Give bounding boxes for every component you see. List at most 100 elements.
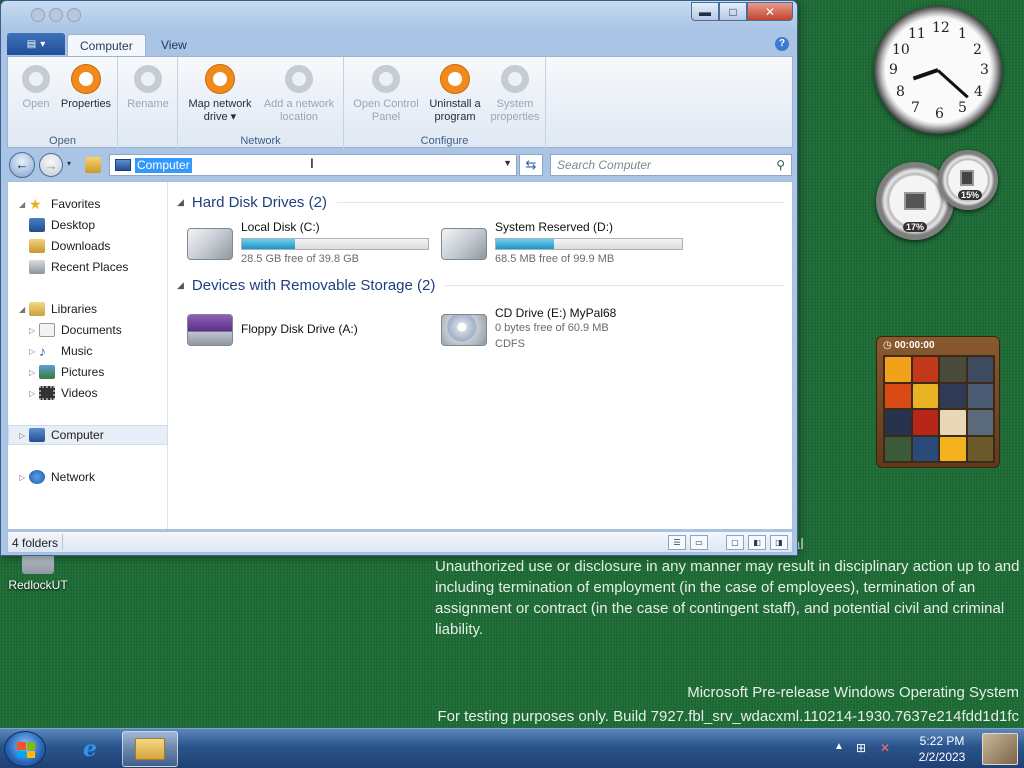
- tiles-view-button[interactable]: ▭: [690, 535, 708, 550]
- collapse-icon[interactable]: ◢: [177, 197, 184, 208]
- internet-explorer-taskbar-button[interactable]: e: [62, 731, 118, 767]
- rename-icon: [134, 65, 162, 93]
- qat-customize-icon[interactable]: [67, 8, 81, 22]
- nav-item-libraries[interactable]: ◢ Libraries: [8, 299, 168, 319]
- drive-cd-e[interactable]: CD Drive (E:) MyPal68 0 bytes free of 60…: [441, 306, 691, 366]
- system-properties-icon: [501, 65, 529, 93]
- taskbar-clock[interactable]: 5:22 PM 2/2/2023: [912, 733, 972, 765]
- minimize-button[interactable]: ▬: [691, 2, 719, 21]
- nav-item-documents[interactable]: ▷ Documents: [8, 320, 168, 340]
- clock-hour-hand: [912, 68, 939, 81]
- open-icon: [22, 65, 50, 93]
- desktop-icon-label: RedlockUT: [8, 578, 68, 592]
- nav-item-music[interactable]: ▷ ♪ Music: [8, 341, 168, 361]
- legal-notice: Unauthorized use or disclosure in any ma…: [435, 558, 1020, 638]
- picture-puzzle-gadget[interactable]: ◷ 00:00:00: [876, 336, 1000, 468]
- videos-icon: [39, 386, 55, 400]
- open-control-panel-button[interactable]: Open Control Panel: [348, 65, 424, 124]
- expand-icon[interactable]: ▷: [29, 347, 39, 356]
- qat-new-folder-icon[interactable]: [49, 8, 63, 22]
- tab-computer[interactable]: Computer: [67, 34, 146, 57]
- section-hard-disk-drives[interactable]: ◢ Hard Disk Drives (2): [177, 194, 785, 211]
- add-network-location-button[interactable]: Add a network location: [258, 65, 340, 124]
- ribbon-panel: Open Properties Open Rename Map network …: [7, 56, 793, 149]
- drive-floppy-a[interactable]: Floppy Disk Drive (A:): [187, 306, 437, 354]
- properties-button[interactable]: Properties: [58, 65, 114, 111]
- control-panel-icon: [372, 65, 400, 93]
- nav-item-downloads[interactable]: Downloads: [8, 236, 168, 256]
- details-pane-button[interactable]: ◨: [770, 535, 788, 550]
- properties-icon: [72, 65, 100, 93]
- computer-icon: [29, 428, 45, 442]
- memory-meter-gadget[interactable]: 15%: [938, 150, 998, 210]
- file-menu-icon: ▤: [26, 38, 37, 50]
- group-label-network: Network: [240, 135, 281, 147]
- chevron-down-icon: ▾: [40, 38, 46, 50]
- drive-system-reserved-d[interactable]: System Reserved (D:) 68.5 MB free of 99.…: [441, 220, 691, 268]
- recent-pages-chevron-icon[interactable]: ▾: [67, 159, 71, 168]
- address-path[interactable]: Computer: [135, 158, 192, 173]
- expand-icon[interactable]: ▷: [19, 473, 29, 482]
- uninstall-program-button[interactable]: Uninstall a program: [424, 65, 486, 124]
- network-tray-icon[interactable]: ⊞: [856, 741, 872, 755]
- map-network-drive-button[interactable]: Map network drive ▾: [182, 65, 258, 124]
- system-properties-button[interactable]: System properties: [486, 65, 544, 124]
- rename-button[interactable]: Rename: [124, 65, 172, 111]
- expand-icon[interactable]: ▷: [19, 431, 29, 440]
- show-hidden-icons-icon[interactable]: ▲: [834, 741, 844, 752]
- help-icon[interactable]: ?: [775, 37, 789, 51]
- nav-item-desktop[interactable]: Desktop: [8, 215, 168, 235]
- expand-icon[interactable]: ▷: [29, 389, 39, 398]
- drive-usage-bar: [495, 238, 683, 250]
- show-desktop-button[interactable]: [982, 733, 1018, 765]
- uninstall-icon: [441, 65, 469, 93]
- file-menu-button[interactable]: ▤ ▾: [7, 33, 65, 55]
- layout-pane-button[interactable]: ▢: [726, 535, 744, 550]
- section-removable-storage[interactable]: ◢ Devices with Removable Storage (2): [177, 277, 785, 294]
- collapse-icon[interactable]: ◢: [19, 200, 29, 209]
- search-input[interactable]: [557, 158, 757, 172]
- clock-gadget[interactable]: 12 1 2 3 4 5 6 7 8 9 10 11: [874, 6, 1002, 134]
- ribbon-group-rename: Rename: [118, 57, 178, 149]
- expand-icon[interactable]: ▷: [29, 368, 39, 377]
- preview-pane-button[interactable]: ◧: [748, 535, 766, 550]
- expand-icon[interactable]: ▷: [29, 326, 39, 335]
- maximize-button[interactable]: □: [719, 2, 747, 21]
- star-icon: ★: [29, 196, 42, 212]
- ribbon-group-configure: Open Control Panel Uninstall a program S…: [344, 57, 546, 149]
- open-button[interactable]: Open: [16, 65, 56, 111]
- address-dropdown-icon[interactable]: ▼: [503, 158, 512, 168]
- title-bar[interactable]: ▬ □ ✕: [1, 1, 797, 31]
- nav-item-computer[interactable]: ▷ Computer: [8, 425, 168, 445]
- details-view-button[interactable]: ☰: [668, 535, 686, 550]
- drive-local-disk-c[interactable]: Local Disk (C:) 28.5 GB free of 39.8 GB: [187, 220, 437, 268]
- forward-button[interactable]: →: [39, 153, 63, 177]
- collapse-icon[interactable]: ◢: [19, 305, 29, 314]
- volume-muted-icon[interactable]: ✕: [880, 741, 896, 755]
- close-button[interactable]: ✕: [747, 2, 793, 21]
- refresh-button[interactable]: ⇆: [519, 154, 543, 176]
- drive-usage-fill: [242, 239, 295, 249]
- nav-item-favorites[interactable]: ◢ ★ Favorites: [8, 194, 168, 214]
- nav-item-network[interactable]: ▷ Network: [8, 467, 168, 487]
- tab-view[interactable]: View: [149, 34, 199, 57]
- start-button[interactable]: [4, 731, 46, 767]
- windows-explorer-taskbar-button[interactable]: [122, 731, 178, 767]
- qat-properties-icon[interactable]: [31, 8, 45, 22]
- nav-item-recent-places[interactable]: Recent Places: [8, 257, 168, 277]
- puzzle-timer: ◷ 00:00:00: [883, 340, 935, 351]
- explorer-window: ▬ □ ✕ ▤ ▾ Computer View ? Open Properties…: [0, 0, 798, 556]
- back-button[interactable]: ←: [9, 152, 35, 178]
- up-folder-icon[interactable]: [85, 157, 101, 173]
- cpu-percent: 17%: [903, 222, 928, 232]
- group-label-configure: Configure: [420, 135, 469, 147]
- navigation-pane: ◢ ★ Favorites Desktop Downloads Recent P…: [8, 182, 168, 529]
- group-label-open: Open: [49, 135, 76, 147]
- build-watermark-line2: For testing purposes only. Build 7927.fb…: [437, 708, 1020, 725]
- internet-explorer-icon: e: [83, 736, 97, 762]
- nav-item-pictures[interactable]: ▷ Pictures: [8, 362, 168, 382]
- search-box[interactable]: ⚲: [550, 154, 792, 176]
- collapse-icon[interactable]: ◢: [177, 280, 184, 291]
- search-icon[interactable]: ⚲: [776, 158, 785, 172]
- nav-item-videos[interactable]: ▷ Videos: [8, 383, 168, 403]
